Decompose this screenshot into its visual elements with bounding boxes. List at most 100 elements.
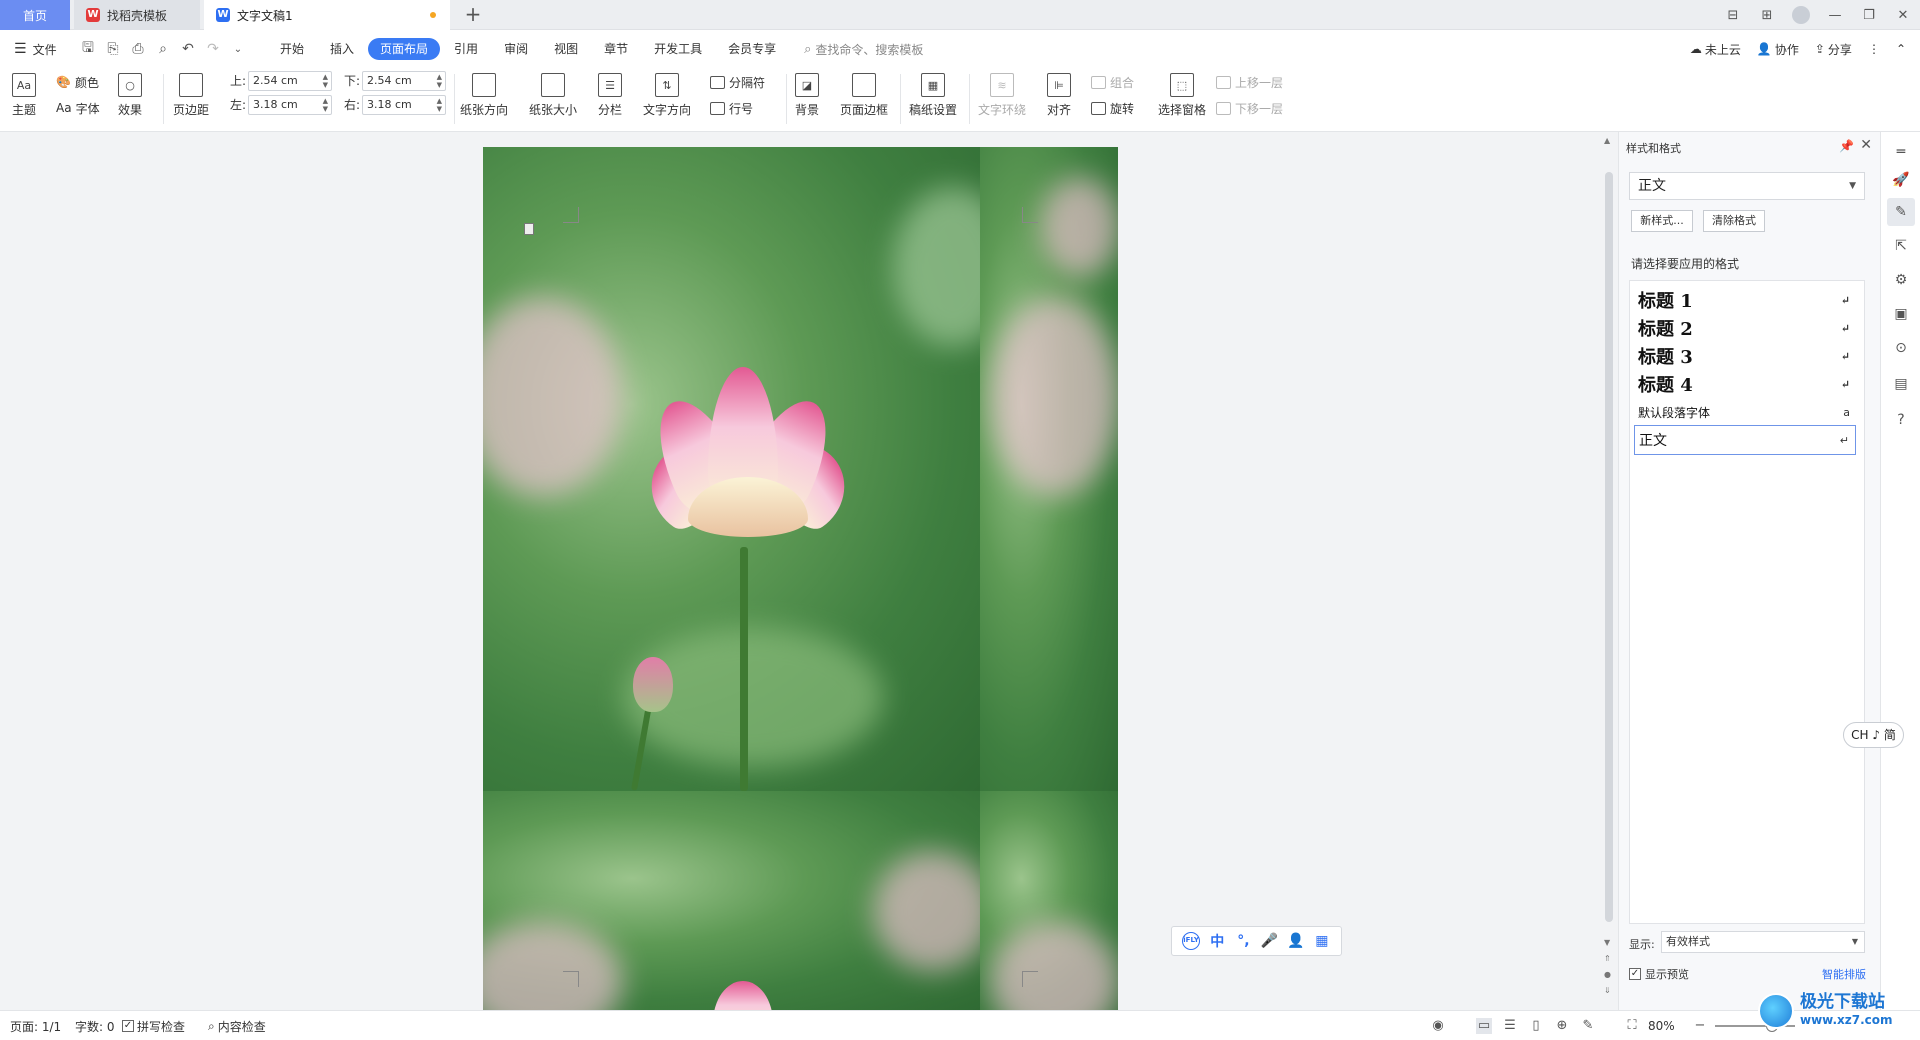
margin-bottom-input[interactable]: 2.54 cm ▲ ▼	[362, 71, 446, 91]
ime-user-icon[interactable]: 👤	[1287, 933, 1305, 949]
print-icon[interactable]: ⎙	[130, 41, 146, 57]
clear-format-button[interactable]: 清除格式	[1703, 210, 1765, 232]
line-numbers-button[interactable]: 行号	[710, 98, 753, 118]
orientation-button[interactable]: 纸张方向	[460, 70, 508, 118]
style-heading-1[interactable]: 标题 1 ↵	[1634, 285, 1856, 315]
web-view-icon[interactable]: ⊕	[1554, 1018, 1570, 1034]
style-heading-2[interactable]: 标题 2 ↵	[1634, 313, 1856, 343]
tab-developer[interactable]: 开发工具	[642, 38, 714, 60]
smart-layout-link[interactable]: 智能排版	[1822, 966, 1866, 982]
book-icon[interactable]: ▤	[1892, 376, 1910, 394]
text-direction-button[interactable]: ⇅ 文字方向	[643, 70, 691, 118]
undo-icon[interactable]: ↶	[180, 41, 196, 57]
font-button[interactable]: Aa 字体	[56, 98, 100, 118]
tab-chapter[interactable]: 章节	[592, 38, 640, 60]
spinner-icon[interactable]: ▲ ▼	[437, 73, 442, 89]
styles-panel-title[interactable]: 样式和格式	[1626, 140, 1681, 156]
export-icon[interactable]: ⎘	[105, 41, 121, 57]
tab-references[interactable]: 引用	[442, 38, 490, 60]
tab-home[interactable]: 首页	[0, 0, 70, 30]
content-check-button[interactable]: ⌕ 内容检查	[208, 1011, 266, 1040]
reading-view-icon[interactable]: ▯	[1528, 1018, 1544, 1034]
styles-pen-icon[interactable]: ✎	[1887, 198, 1915, 226]
layout-icon[interactable]: ⊟	[1716, 8, 1750, 23]
ime-chinese-mode[interactable]: 中	[1208, 931, 1226, 951]
document-page[interactable]	[483, 147, 1118, 1010]
manuscript-button[interactable]: ▦ 稿纸设置	[909, 70, 957, 118]
file-menu[interactable]: ☰ 文件	[0, 41, 70, 58]
zoom-level[interactable]: 80%	[1648, 1011, 1675, 1040]
tab-insert[interactable]: 插入	[318, 38, 366, 60]
eye-protection-icon[interactable]: ◉	[1430, 1018, 1446, 1034]
zoom-out-icon[interactable]: −	[1692, 1018, 1708, 1034]
prev-page-icon[interactable]: ⇑	[1604, 954, 1611, 963]
ime-apps-icon[interactable]: ▦	[1313, 933, 1331, 949]
page-count[interactable]: 页面: 1/1	[10, 1011, 61, 1040]
settings-sliders-icon[interactable]: ⚙	[1892, 272, 1910, 290]
drag-handle-icon[interactable]: ═	[1892, 144, 1910, 162]
avatar[interactable]	[1792, 6, 1810, 24]
tab-templates[interactable]: W 找稻壳模板	[74, 0, 200, 30]
help-icon[interactable]: ?	[1892, 412, 1910, 430]
language-toggle[interactable]: CH ♪ 简	[1843, 722, 1904, 748]
theme-button[interactable]: Aa 主题	[12, 70, 36, 118]
paper-size-button[interactable]: 纸张大小	[529, 70, 577, 118]
tab-page-layout[interactable]: 页面布局	[368, 38, 441, 60]
tab-member[interactable]: 会员专享	[716, 38, 788, 60]
rotate-button[interactable]: 旋转	[1091, 98, 1134, 118]
selection-pane-button[interactable]: ⬚ 选择窗格	[1158, 70, 1206, 118]
cloud-status-button[interactable]: ☁ 未上云	[1690, 41, 1741, 58]
more-icon[interactable]: ⋮	[1868, 42, 1880, 56]
margin-left-input[interactable]: 3.18 cm ▲ ▼	[248, 95, 332, 115]
new-style-button[interactable]: 新样式...	[1631, 210, 1693, 232]
tab-review[interactable]: 审阅	[492, 38, 540, 60]
text-wrap-button[interactable]: ≋ 文字环绕	[978, 70, 1026, 118]
fit-page-icon[interactable]: ⛶	[1624, 1018, 1640, 1034]
save-icon[interactable]: 🖫	[80, 37, 96, 61]
style-normal[interactable]: 正文 ↵	[1634, 425, 1856, 455]
effect-button[interactable]: ○ 效果	[118, 70, 142, 118]
tab-document[interactable]: W 文字文稿1	[204, 0, 450, 30]
breaks-button[interactable]: 分隔符	[710, 72, 765, 92]
minimize-button[interactable]: —	[1818, 8, 1852, 23]
pin-icon[interactable]: 📌	[1839, 139, 1854, 153]
next-page-icon[interactable]: ⇓	[1604, 986, 1611, 995]
close-button[interactable]: ✕	[1886, 8, 1920, 23]
command-search[interactable]: ⌕ 查找命令、搜索模板	[804, 41, 923, 58]
page-border-button[interactable]: 页面边框	[840, 70, 888, 118]
apps-grid-icon[interactable]: ⊞	[1750, 8, 1784, 23]
group-button[interactable]: 组合	[1091, 72, 1134, 92]
select-browse-icon[interactable]: ●	[1604, 970, 1611, 979]
collapse-ribbon-icon[interactable]: ⌃	[1896, 42, 1906, 56]
word-count[interactable]: 字数: 0	[75, 1011, 115, 1040]
scrollbar-thumb[interactable]	[1605, 172, 1613, 922]
margins-button[interactable]: 页边距	[173, 70, 209, 118]
collaborate-button[interactable]: 👤 协作	[1757, 41, 1799, 58]
page-view-icon[interactable]: ▭	[1476, 1018, 1492, 1034]
ifly-logo-icon[interactable]: iFLY	[1182, 932, 1201, 950]
outline-view-icon[interactable]: ☰	[1502, 1018, 1518, 1034]
microphone-icon[interactable]: 🎤	[1261, 933, 1279, 949]
style-heading-4[interactable]: 标题 4 ↵	[1634, 369, 1856, 399]
columns-button[interactable]: ☰ 分栏	[598, 70, 622, 118]
show-styles-select[interactable]: 有效样式 ▼	[1661, 931, 1865, 953]
spinner-icon[interactable]: ▲ ▼	[323, 73, 328, 89]
vertical-scrollbar[interactable]: ▲ ▼ ⇑ ● ⇓	[1600, 132, 1618, 1010]
write-view-icon[interactable]: ✎	[1580, 1018, 1596, 1034]
style-heading-3[interactable]: 标题 3 ↵	[1634, 341, 1856, 371]
bring-forward-button[interactable]: 上移一层	[1216, 72, 1283, 92]
spinner-icon[interactable]: ▲ ▼	[437, 97, 442, 113]
color-button[interactable]: 🎨 颜色	[56, 72, 99, 92]
align-button[interactable]: ⊫ 对齐	[1047, 70, 1071, 118]
image-tools-icon[interactable]: ▣	[1892, 306, 1910, 324]
rocket-icon[interactable]: 🚀	[1892, 172, 1910, 190]
tab-start[interactable]: 开始	[268, 38, 316, 60]
quick-access-more-icon[interactable]: ⌄	[230, 44, 246, 55]
location-icon[interactable]: ⊙	[1892, 340, 1910, 358]
restore-button[interactable]: ❐	[1852, 8, 1886, 23]
background-button[interactable]: ◪ 背景	[795, 70, 819, 118]
spinner-icon[interactable]: ▲ ▼	[323, 97, 328, 113]
style-default-paragraph-font[interactable]: 默认段落字体 a	[1634, 397, 1856, 427]
current-style-select[interactable]: 正文 ▼	[1629, 172, 1865, 200]
new-tab-button[interactable]: +	[461, 3, 485, 27]
